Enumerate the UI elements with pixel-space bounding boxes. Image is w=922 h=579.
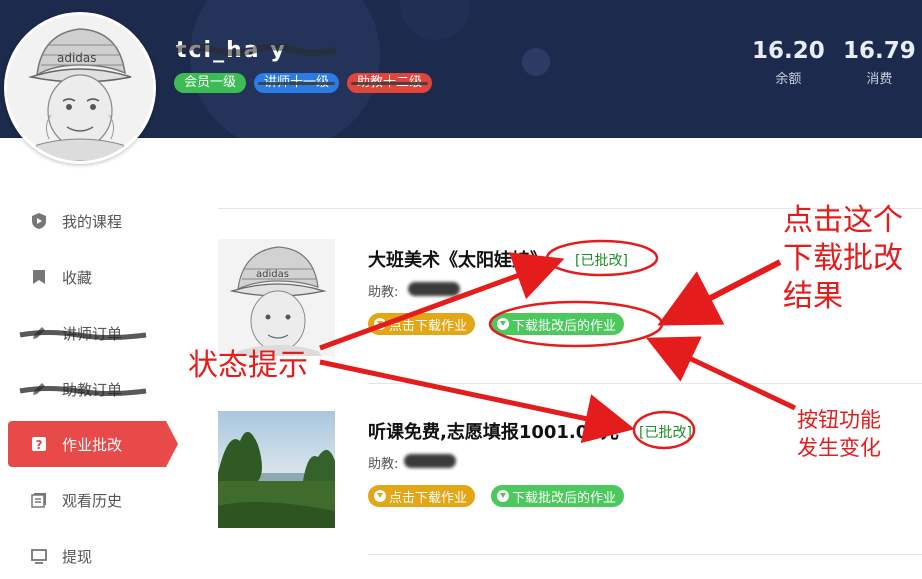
sidebar-item-label: 收藏 (62, 268, 93, 287)
grading-status: [已批改] (639, 425, 692, 441)
sidebar-item-label: 作业批改 (62, 435, 123, 454)
history-icon (30, 491, 48, 509)
sidebar-item-label: 我的课程 (62, 212, 123, 231)
svg-text:adidas: adidas (256, 269, 289, 280)
svg-text:adidas: adidas (57, 51, 97, 65)
sidebar-item-assistant-orders[interactable]: 助教订单 (8, 366, 166, 412)
avatar[interactable]: adidas (4, 12, 156, 164)
balance-label: 余额 (775, 72, 802, 87)
download-homework-button[interactable]: 点击下载作业 (368, 485, 476, 507)
download-icon (374, 490, 386, 502)
sidebar-item-label: 提现 (62, 547, 93, 566)
assistant-label: 助教: (368, 457, 399, 472)
sidebar-item-label: 观看历史 (62, 491, 123, 510)
spending-stat: 16.79 消费 (843, 38, 916, 87)
assistant-name-redacted (408, 282, 460, 296)
download-homework-button[interactable]: 点击下载作业 (368, 313, 476, 335)
assistant-name-redacted (404, 454, 456, 468)
svg-text:?: ? (36, 438, 43, 452)
decorative-circle (190, 0, 380, 138)
balance-stat: 16.20 余额 (752, 38, 825, 87)
shield-icon (30, 212, 48, 230)
course-thumbnail[interactable] (218, 411, 335, 528)
course-thumbnail[interactable]: adidas (218, 239, 335, 356)
grading-status: [已批改] (575, 253, 628, 269)
assistant-label: 助教: (368, 285, 399, 300)
question-icon: ? (30, 435, 48, 453)
sidebar-item-watch-history[interactable]: 观看历史 (8, 477, 166, 523)
button-change-annotation: 按钮功能 发生变化 (797, 408, 881, 460)
download-icon (497, 490, 509, 502)
withdraw-icon (30, 547, 48, 565)
sidebar-item-my-courses[interactable]: 我的课程 (8, 198, 166, 244)
sidebar-item-withdraw[interactable]: 提现 (8, 533, 166, 579)
download-graded-homework-button[interactable]: 下载批改后的作业 (491, 313, 625, 335)
decorative-circle (522, 48, 550, 76)
row-divider (368, 554, 922, 555)
redaction-scribble (19, 330, 147, 340)
download-arrow (657, 259, 782, 326)
username-redaction (174, 44, 337, 56)
change-arrow (645, 336, 797, 411)
decorative-circle (400, 0, 470, 40)
bookmark-icon (30, 268, 48, 286)
row-divider (368, 383, 922, 384)
download-icon (374, 318, 386, 330)
balance-value: 16.20 (752, 38, 825, 64)
sidebar-item-lecturer-orders[interactable]: 讲师订单 (8, 310, 166, 356)
sidebar-item-homework-grading[interactable]: ? 作业批改 (8, 421, 178, 467)
assistant-level-badge: 助教十二级 (347, 73, 433, 93)
course-title[interactable]: 听课免费,志愿填报1001.00元 (368, 418, 619, 444)
sidebar-item-favorites[interactable]: 收藏 (8, 254, 166, 300)
course-title[interactable]: 大班美术《太阳娃娃》 (368, 246, 548, 272)
badge-row: 会员一级 讲师十一级 助教十二级 (174, 73, 433, 93)
status-hint-annotation: 状态提示 (188, 348, 308, 383)
redaction-scribble (19, 386, 147, 396)
spending-value: 16.79 (843, 38, 916, 64)
status-arrow (319, 252, 565, 351)
spending-label: 消费 (866, 72, 893, 87)
lecturer-level-badge: 讲师十一级 (254, 73, 340, 93)
click-download-annotation: 点击这个 下载批改 结果 (783, 203, 903, 314)
download-graded-homework-button[interactable]: 下载批改后的作业 (491, 485, 625, 507)
member-level-badge: 会员一级 (174, 73, 247, 93)
download-icon (497, 318, 509, 330)
